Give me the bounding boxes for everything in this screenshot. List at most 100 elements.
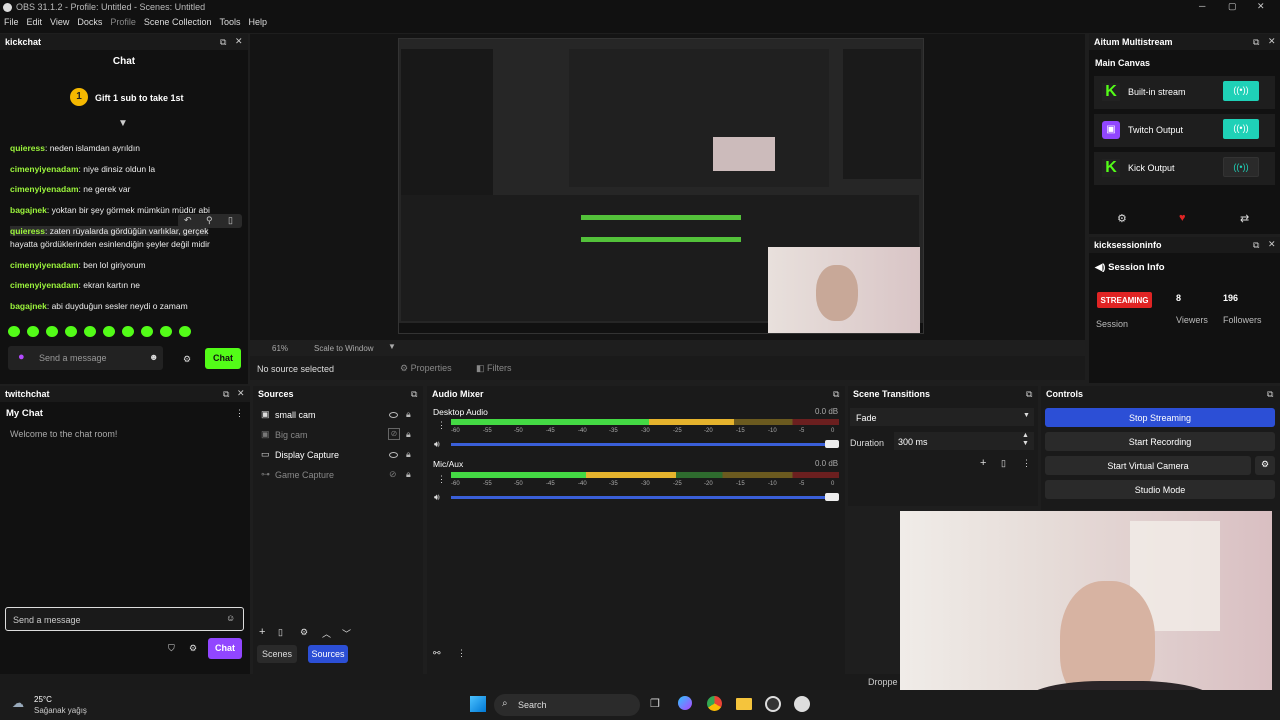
settings-icon[interactable]: ⚙ [1117, 212, 1127, 225]
float-icon[interactable]: ⧉ [1253, 37, 1259, 48]
obs-taskbar-icon[interactable] [765, 696, 781, 712]
link-icon[interactable]: ⚯ [433, 648, 441, 659]
heart-icon[interactable]: ♥ [1179, 212, 1186, 224]
gear-icon[interactable]: ⚙ [189, 643, 197, 654]
add-icon[interactable]: + [980, 457, 986, 469]
copilot-icon[interactable] [678, 696, 692, 710]
volume-handle[interactable] [825, 493, 839, 501]
maximize-icon[interactable]: ▢ [1228, 1, 1237, 12]
add-icon[interactable]: + [259, 626, 265, 638]
emote-icon[interactable] [27, 326, 39, 337]
menu-profile[interactable]: Profile [106, 16, 140, 28]
source-item[interactable]: ▣ Big cam ⊘ 🔒︎ [253, 426, 423, 444]
menu-file[interactable]: File [0, 16, 23, 28]
float-icon[interactable]: ⧉ [411, 389, 417, 400]
emote-icon[interactable] [84, 326, 96, 337]
lock-icon[interactable]: 🔒︎ [406, 469, 411, 480]
studio-mode-button[interactable]: Studio Mode [1045, 480, 1275, 499]
gear-icon[interactable]: ⚙ [300, 627, 308, 638]
menu-help[interactable]: Help [244, 16, 271, 28]
source-item[interactable]: ▭ Display Capture 🔒︎ [253, 446, 423, 464]
kick-chat-button[interactable]: Chat [205, 348, 241, 369]
close-icon[interactable]: ✕ [237, 388, 245, 399]
chevron-down-icon[interactable]: ▼ [388, 342, 396, 351]
tab-scenes[interactable]: Scenes [257, 645, 297, 663]
lock-icon[interactable]: 🔒︎ [406, 449, 411, 460]
start-virtual-camera-button[interactable]: Start Virtual Camera [1045, 456, 1251, 475]
output-toggle[interactable]: ((•)) [1223, 157, 1259, 177]
float-icon[interactable]: ⧉ [220, 37, 226, 48]
emote-icon[interactable] [141, 326, 153, 337]
app-icon[interactable] [794, 696, 810, 712]
chat-settings-icon[interactable]: ⚙ [183, 354, 191, 365]
microphone-icon[interactable]: ● [18, 351, 25, 363]
close-icon[interactable]: ✕ [1268, 239, 1276, 250]
float-icon[interactable]: ⧉ [1026, 389, 1032, 400]
volume-slider[interactable] [451, 443, 839, 446]
virtual-camera-settings-button[interactable]: ⚙ [1255, 456, 1275, 475]
emote-icon[interactable] [46, 326, 58, 337]
shield-icon[interactable]: ⛉ [168, 643, 175, 654]
emote-icon[interactable] [179, 326, 191, 337]
emote-icon[interactable] [103, 326, 115, 337]
stepper-icon[interactable]: ▲ ▼ [1022, 432, 1029, 448]
trash-icon[interactable]: ▯ [278, 627, 283, 638]
weather-icon[interactable]: ☁ [12, 696, 24, 710]
menu-edit[interactable]: Edit [23, 16, 47, 28]
lock-icon[interactable]: 🔒︎ [406, 429, 411, 440]
emote-icon[interactable] [160, 326, 172, 337]
more-icon[interactable]: ⋮ [235, 408, 244, 419]
eye-icon[interactable] [389, 412, 398, 418]
task-view-icon[interactable]: ❐ [650, 697, 660, 710]
menu-scene-collection[interactable]: Scene Collection [140, 16, 216, 28]
eye-hidden-icon[interactable]: ⊘ [389, 469, 397, 480]
more-icon[interactable]: ⋮ [457, 648, 466, 659]
start-recording-button[interactable]: Start Recording [1045, 432, 1275, 451]
zoom-mode[interactable]: Scale to Window [314, 344, 374, 353]
pin-icon[interactable]: ⚲ [206, 215, 213, 226]
transition-select[interactable]: Fade ▼ [850, 408, 1034, 426]
speaker-icon[interactable]: 🔊︎ [434, 439, 440, 450]
minimize-icon[interactable]: ─ [1199, 1, 1205, 11]
volume-handle[interactable] [825, 440, 839, 448]
menu-view[interactable]: View [46, 16, 73, 28]
emoji-icon[interactable]: ☺ [226, 613, 235, 623]
move-down-icon[interactable]: ﹀ [342, 627, 351, 640]
source-item[interactable]: ⊶ Game Capture ⊘ 🔒︎ [253, 466, 423, 484]
filter-icon[interactable]: ▼ [118, 118, 128, 129]
speaker-icon[interactable]: 🔊︎ [434, 492, 440, 503]
duration-input[interactable]: 300 ms ▲ ▼ [894, 432, 1034, 450]
windows-start-icon[interactable] [470, 696, 486, 712]
twitch-message-input[interactable]: Send a message ☺ [5, 607, 244, 631]
float-icon[interactable]: ⧉ [223, 389, 229, 400]
gift-banner[interactable]: 1 Gift 1 sub to take 1st [70, 88, 220, 108]
more-icon[interactable]: ⋮ [437, 474, 446, 485]
file-explorer-icon[interactable] [736, 698, 752, 710]
eye-icon[interactable] [389, 452, 398, 458]
more-icon[interactable]: ⋮ [1022, 458, 1031, 469]
move-up-icon[interactable]: ︿ [322, 627, 331, 640]
lock-icon[interactable]: 🔒︎ [406, 409, 411, 420]
preview-canvas[interactable]: 61% Scale to Window ▼ [250, 34, 1085, 353]
volume-slider[interactable] [451, 496, 839, 499]
stop-streaming-button[interactable]: Stop Streaming [1045, 408, 1275, 427]
reply-icon[interactable]: ↶ [184, 215, 192, 226]
kick-message-input[interactable]: ● Send a message ☻ [8, 346, 163, 370]
float-icon[interactable]: ⧉ [1267, 389, 1273, 400]
twitch-chat-button[interactable]: Chat [208, 638, 242, 659]
close-icon[interactable]: ✕ [1257, 1, 1265, 12]
more-icon[interactable]: ⋮ [437, 420, 446, 431]
tab-sources[interactable]: Sources [308, 645, 348, 663]
emoji-icon[interactable]: ☻ [149, 352, 158, 362]
delete-icon[interactable]: ▯ [228, 215, 233, 226]
close-icon[interactable]: ✕ [1268, 36, 1276, 47]
taskbar-search[interactable]: ⌕ Search [494, 694, 640, 716]
source-item[interactable]: ▣ small cam 🔒︎ [253, 406, 423, 424]
filters-button[interactable]: ◧ Filters [476, 363, 512, 374]
share-icon[interactable]: ⇄ [1240, 212, 1249, 225]
float-icon[interactable]: ⧉ [1253, 240, 1259, 251]
menu-docks[interactable]: Docks [73, 16, 106, 28]
close-icon[interactable]: ✕ [235, 36, 243, 47]
trash-icon[interactable]: ▯ [1001, 458, 1006, 469]
float-icon[interactable]: ⧉ [833, 389, 839, 400]
